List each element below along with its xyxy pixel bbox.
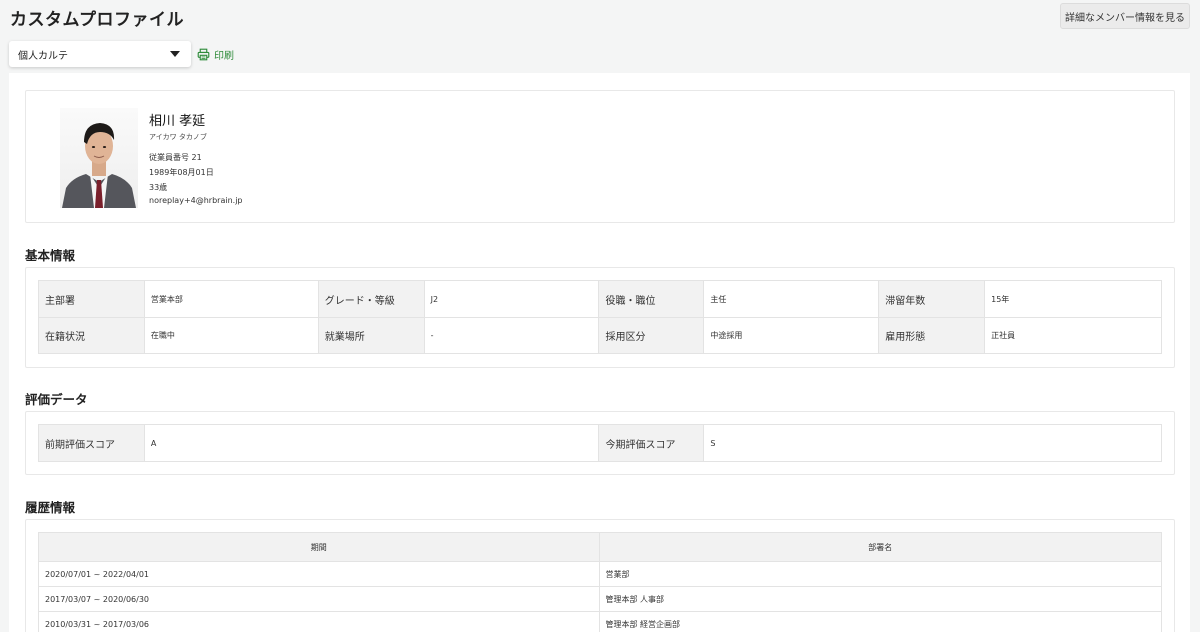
column-header-period: 期間: [38, 532, 600, 562]
evaluation-table: 前期評価スコア A 今期評価スコア S: [38, 424, 1162, 462]
value-main-department: 営業本部: [143, 280, 319, 318]
value-previous-score: A: [143, 424, 600, 462]
value-work-location: -: [423, 317, 600, 354]
label-employment-type: 雇用形態: [878, 317, 986, 354]
printer-icon: [197, 48, 210, 60]
section-title-basic: 基本情報: [25, 248, 76, 263]
value-hiring-type: 中途採用: [703, 317, 880, 354]
value-employment-type: 正社員: [984, 317, 1162, 354]
table-row: 2020/07/01 ~ 2022/04/01 営業部: [38, 561, 1163, 587]
history-department: 管理本部 人事部: [598, 586, 1163, 612]
avatar: [60, 108, 138, 208]
profile-panel: 相川 孝延 アイカワ タカノブ 従業員番号 21 1989年08月01日 33歳…: [9, 73, 1190, 632]
basic-info-card: 主部署 営業本部 グレード・等級 J2 役職・職位 主任 滞留年数 15年 在籍…: [25, 267, 1175, 368]
label-tenure-years: 滞留年数: [878, 280, 986, 318]
label-previous-score: 前期評価スコア: [38, 424, 145, 462]
section-title-evaluation: 評価データ: [25, 392, 88, 407]
evaluation-card: 前期評価スコア A 今期評価スコア S: [25, 411, 1175, 475]
page-title: カスタムプロファイル: [10, 10, 184, 30]
label-grade: グレード・等級: [317, 280, 425, 318]
history-table: 期間 部署名 2020/07/01 ~ 2022/04/01 営業部 2017/…: [38, 532, 1163, 632]
label-main-department: 主部署: [38, 280, 145, 318]
print-button[interactable]: 印刷: [197, 46, 234, 62]
profile-card: 相川 孝延 アイカワ タカノブ 従業員番号 21 1989年08月01日 33歳…: [25, 90, 1175, 223]
member-name-kana: アイカワ タカノブ: [149, 133, 207, 141]
history-department: 営業部: [598, 561, 1163, 587]
profile-template-select[interactable]: 個人カルテ: [9, 41, 191, 67]
label-current-score: 今期評価スコア: [598, 424, 705, 462]
email: noreplay+4@hrbrain.jp: [149, 196, 243, 205]
label-hiring-type: 採用区分: [598, 317, 705, 354]
label-work-location: 就業場所: [317, 317, 425, 354]
history-period: 2010/03/31 ~ 2017/03/06: [38, 611, 600, 632]
history-period: 2020/07/01 ~ 2022/04/01: [38, 561, 600, 587]
value-grade: J2: [423, 280, 600, 318]
value-employment-status: 在職中: [143, 317, 319, 354]
label-position: 役職・職位: [598, 280, 705, 318]
table-row: 2010/03/31 ~ 2017/03/06 管理本部 経営企画部: [38, 611, 1163, 632]
member-name: 相川 孝延: [149, 114, 206, 129]
history-period: 2017/03/07 ~ 2020/06/30: [38, 586, 600, 612]
select-value: 個人カルテ: [18, 50, 68, 62]
label-employment-status: 在籍状況: [38, 317, 145, 354]
print-label: 印刷: [214, 50, 234, 62]
table-row: 2017/03/07 ~ 2020/06/30 管理本部 人事部: [38, 586, 1163, 612]
section-title-history: 履歴情報: [25, 500, 76, 515]
history-card: 期間 部署名 2020/07/01 ~ 2022/04/01 営業部 2017/…: [25, 519, 1175, 632]
value-current-score: S: [703, 424, 1162, 462]
value-tenure-years: 15年: [984, 280, 1162, 318]
caret-down-icon: [170, 51, 180, 57]
view-member-details-button[interactable]: 詳細なメンバー情報を見る: [1060, 3, 1190, 29]
employee-number: 従業員番号 21: [149, 153, 202, 162]
value-position: 主任: [703, 280, 880, 318]
column-header-department: 部署名: [598, 532, 1163, 562]
basic-info-table: 主部署 営業本部 グレード・等級 J2 役職・職位 主任 滞留年数 15年 在籍…: [38, 280, 1162, 354]
age: 33歳: [149, 183, 168, 192]
history-department: 管理本部 経営企画部: [598, 611, 1163, 632]
birthday: 1989年08月01日: [149, 168, 214, 177]
